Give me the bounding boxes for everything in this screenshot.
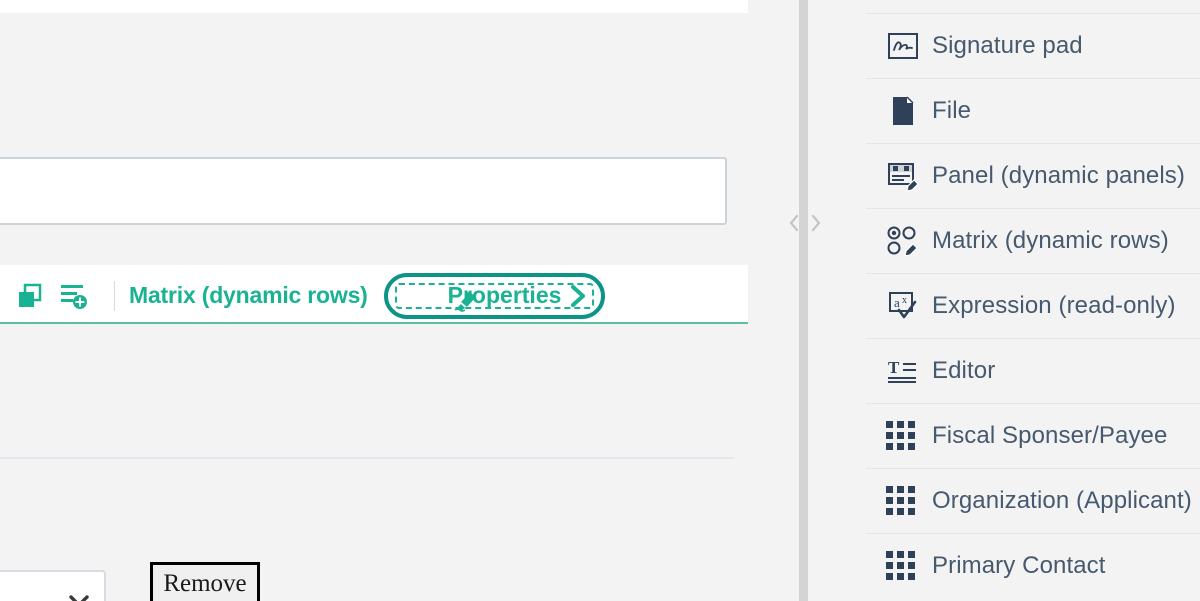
app-root: Matrix (dynamic rows) Properties Remove … [0, 0, 1200, 601]
properties-label: Properties [447, 282, 562, 308]
chevron-right-icon [569, 284, 587, 308]
toolbox-item-label: Organization (Applicant) [932, 486, 1192, 514]
panel-dynamic-icon [886, 160, 932, 192]
chevron-right-icon[interactable] [809, 213, 822, 237]
grid-dots-icon [886, 551, 932, 580]
toolbox-item-primary-contact[interactable]: Primary Contact [858, 533, 1200, 598]
toolbox-item-label: Editor [932, 356, 996, 384]
toolbox-item-label: Fiscal Sponser/Payee [932, 421, 1168, 449]
splitter-bar[interactable] [799, 0, 808, 601]
matrix-dynamic-icon [886, 225, 932, 257]
grid-dots-icon [886, 486, 932, 515]
grid-dots-icon [886, 421, 932, 450]
svg-text:x: x [902, 295, 907, 306]
svg-text:T: T [888, 358, 900, 377]
selected-question-panel[interactable] [0, 322, 748, 601]
chevron-left-icon[interactable] [788, 213, 801, 237]
file-icon [886, 95, 932, 127]
editor-icon: T [886, 356, 932, 386]
toolbox-item-label: Matrix (dynamic rows) [932, 226, 1169, 254]
panel-row-divider [0, 457, 734, 459]
chevron-down-icon [68, 594, 90, 601]
svg-text:a: a [894, 295, 900, 310]
properties-button[interactable]: Properties [383, 272, 606, 319]
question-type-title: Matrix (dynamic rows) [129, 282, 368, 308]
toolbox-item-expression[interactable]: a x Expression (read-only) [858, 273, 1200, 338]
remove-button[interactable]: Remove [150, 562, 260, 601]
toolbox-item-label: Panel (dynamic panels) [932, 161, 1185, 189]
toolbox-item-panel-dynamic[interactable]: Panel (dynamic panels) [858, 143, 1200, 208]
question-card-above [0, 13, 748, 265]
toolbox-item-editor[interactable]: T Editor [858, 338, 1200, 403]
toolbox-item-html[interactable]: Html [858, 0, 1200, 13]
copy-icon[interactable] [8, 274, 52, 318]
toolbox-item-label: Expression (read-only) [932, 291, 1176, 319]
toolbox-item-label: File [932, 96, 972, 124]
signature-pad-icon [886, 31, 932, 61]
toolbox-item-label: Primary Contact [932, 551, 1106, 579]
top-white-strip [0, 0, 748, 13]
panel-splitter[interactable] [748, 0, 858, 601]
toolbox-item-fiscal-sponsor-payee[interactable]: Fiscal Sponser/Payee [858, 403, 1200, 468]
toolbox-item-matrix-dynamic[interactable]: Matrix (dynamic rows) [858, 208, 1200, 273]
survey-designer-area: Matrix (dynamic rows) Properties Remove [0, 0, 748, 601]
text-input-field[interactable] [0, 157, 727, 225]
add-question-icon[interactable] [52, 274, 96, 318]
toolbox-panel: Html Signature pad File [858, 0, 1200, 601]
toolbox-item-file[interactable]: File [858, 78, 1200, 143]
question-toolbar: Matrix (dynamic rows) Properties [0, 268, 748, 323]
toolbar-divider [114, 280, 115, 311]
expression-icon: a x [886, 290, 932, 322]
row-select-dropdown[interactable] [0, 570, 106, 601]
splitter-handle[interactable] [788, 212, 822, 238]
toolbox-item-organization-applicant[interactable]: Organization (Applicant) [858, 468, 1200, 533]
toolbox-item-label: Signature pad [932, 31, 1083, 59]
toolbox-item-signature-pad[interactable]: Signature pad [858, 13, 1200, 78]
